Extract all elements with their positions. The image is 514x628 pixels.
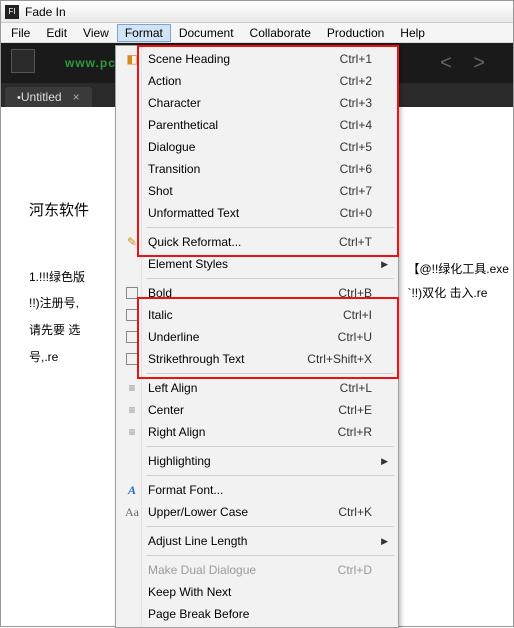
menu-item-adjust-line-length[interactable]: Adjust Line Length▶ [118, 530, 396, 552]
menu-item-upper-lower-case[interactable]: AaUpper/Lower CaseCtrl+K [118, 501, 396, 523]
align-icon: ≡ [124, 424, 140, 440]
submenu-arrow-icon: ▶ [381, 259, 388, 270]
tab-close-icon[interactable]: × [73, 90, 80, 104]
menu-item-right-align[interactable]: ≡Right AlignCtrl+R [118, 421, 396, 443]
app-icon: FI [5, 5, 19, 19]
shortcut-label: Ctrl+R [338, 425, 372, 439]
menu-separator [146, 278, 394, 279]
shortcut-label: Ctrl+4 [340, 118, 372, 132]
submenu-arrow-icon: ▶ [381, 536, 388, 547]
shortcut-label: Ctrl+D [338, 563, 372, 577]
shortcut-label: Ctrl+6 [340, 162, 372, 176]
align-icon: ≡ [124, 380, 140, 396]
menu-item-action[interactable]: ActionCtrl+2 [118, 70, 396, 92]
app-title: Fade In [25, 5, 66, 19]
titlebar: FI Fade In [1, 1, 513, 23]
menu-item-left-align[interactable]: ≡Left AlignCtrl+L [118, 377, 396, 399]
menu-separator [146, 526, 394, 527]
font-icon: A [124, 482, 140, 498]
menu-item-parenthetical[interactable]: ParentheticalCtrl+4 [118, 114, 396, 136]
menu-separator [146, 227, 394, 228]
menu-format[interactable]: Format [117, 24, 171, 42]
shortcut-label: Ctrl+U [338, 330, 372, 344]
shortcut-label: Ctrl+T [339, 235, 372, 249]
shortcut-label: Ctrl+3 [340, 96, 372, 110]
shortcut-label: Ctrl+2 [340, 74, 372, 88]
format-menu: ◧Scene HeadingCtrl+1ActionCtrl+2Characte… [115, 45, 399, 628]
menu-item-label: Element Styles [148, 257, 396, 271]
shortcut-label: Ctrl+5 [340, 140, 372, 154]
menu-item-label: Format Font... [148, 483, 396, 497]
shortcut-label: Ctrl+7 [340, 184, 372, 198]
menu-item-dialogue[interactable]: DialogueCtrl+5 [118, 136, 396, 158]
menu-separator [146, 555, 394, 556]
checkbox-icon [124, 285, 140, 301]
menu-item-quick-reformat[interactable]: ✎Quick Reformat...Ctrl+T [118, 231, 396, 253]
nav-arrows[interactable]: < > [440, 52, 493, 75]
menu-item-highlighting[interactable]: Highlighting▶ [118, 450, 396, 472]
menu-file[interactable]: File [3, 24, 38, 42]
menu-item-character[interactable]: CharacterCtrl+3 [118, 92, 396, 114]
nav-icons[interactable] [11, 49, 35, 76]
shortcut-label: Ctrl+K [338, 505, 372, 519]
shortcut-label: Ctrl+E [338, 403, 372, 417]
menu-item-label: Page Break Before [148, 607, 396, 621]
menu-item-underline[interactable]: UnderlineCtrl+U [118, 326, 396, 348]
menu-item-bold[interactable]: BoldCtrl+B [118, 282, 396, 304]
align-icon: ≡ [124, 402, 140, 418]
menu-item-format-font[interactable]: A Format Font... [118, 479, 396, 501]
reformat-icon: ✎ [124, 234, 140, 250]
scene-icon: ◧ [124, 51, 140, 67]
shortcut-label: Ctrl+1 [340, 52, 372, 66]
menu-item-unformatted-text[interactable]: Unformatted TextCtrl+0 [118, 202, 396, 224]
menu-item-keep-with-next[interactable]: Keep With Next [118, 581, 396, 603]
menu-collaborate[interactable]: Collaborate [242, 24, 319, 42]
menu-item-element-styles[interactable]: Element Styles▶ [118, 253, 396, 275]
shortcut-label: Ctrl+0 [340, 206, 372, 220]
checkbox-icon [124, 307, 140, 323]
checkbox-icon [124, 351, 140, 367]
shortcut-label: Ctrl+I [343, 308, 372, 322]
menu-item-transition[interactable]: TransitionCtrl+6 [118, 158, 396, 180]
case-icon: Aa [124, 504, 140, 520]
menu-item-shot[interactable]: ShotCtrl+7 [118, 180, 396, 202]
menu-separator [146, 373, 394, 374]
menu-item-italic[interactable]: ItalicCtrl+I [118, 304, 396, 326]
menu-item-make-dual-dialogue: Make Dual DialogueCtrl+D [118, 559, 396, 581]
menu-separator [146, 475, 394, 476]
menu-item-label: Keep With Next [148, 585, 396, 599]
shortcut-label: Ctrl+B [338, 286, 372, 300]
menu-document[interactable]: Document [171, 24, 242, 42]
tab-label: Untitled [21, 90, 62, 104]
menu-view[interactable]: View [75, 24, 117, 42]
menu-production[interactable]: Production [319, 24, 392, 42]
shortcut-label: Ctrl+L [340, 381, 372, 395]
menu-item-strikethrough-text[interactable]: Strikethrough TextCtrl+Shift+X [118, 348, 396, 370]
menubar: FileEditViewFormatDocumentCollaboratePro… [1, 23, 513, 43]
menu-separator [146, 446, 394, 447]
submenu-arrow-icon: ▶ [381, 456, 388, 467]
doc-right-text: 【@!!绿化工具.exe`!!)双化 击入.re [407, 257, 509, 305]
menu-item-page-break-before[interactable]: Page Break Before [118, 603, 396, 625]
menu-item-scene-heading[interactable]: ◧Scene HeadingCtrl+1 [118, 48, 396, 70]
menu-item-label: Highlighting [148, 454, 396, 468]
menu-edit[interactable]: Edit [38, 24, 75, 42]
checkbox-icon [124, 329, 140, 345]
tab-untitled[interactable]: •Untitled × [5, 87, 92, 107]
menu-item-label: Adjust Line Length [148, 534, 396, 548]
shortcut-label: Ctrl+Shift+X [307, 352, 372, 366]
menu-item-center[interactable]: ≡CenterCtrl+E [118, 399, 396, 421]
menu-help[interactable]: Help [392, 24, 433, 42]
